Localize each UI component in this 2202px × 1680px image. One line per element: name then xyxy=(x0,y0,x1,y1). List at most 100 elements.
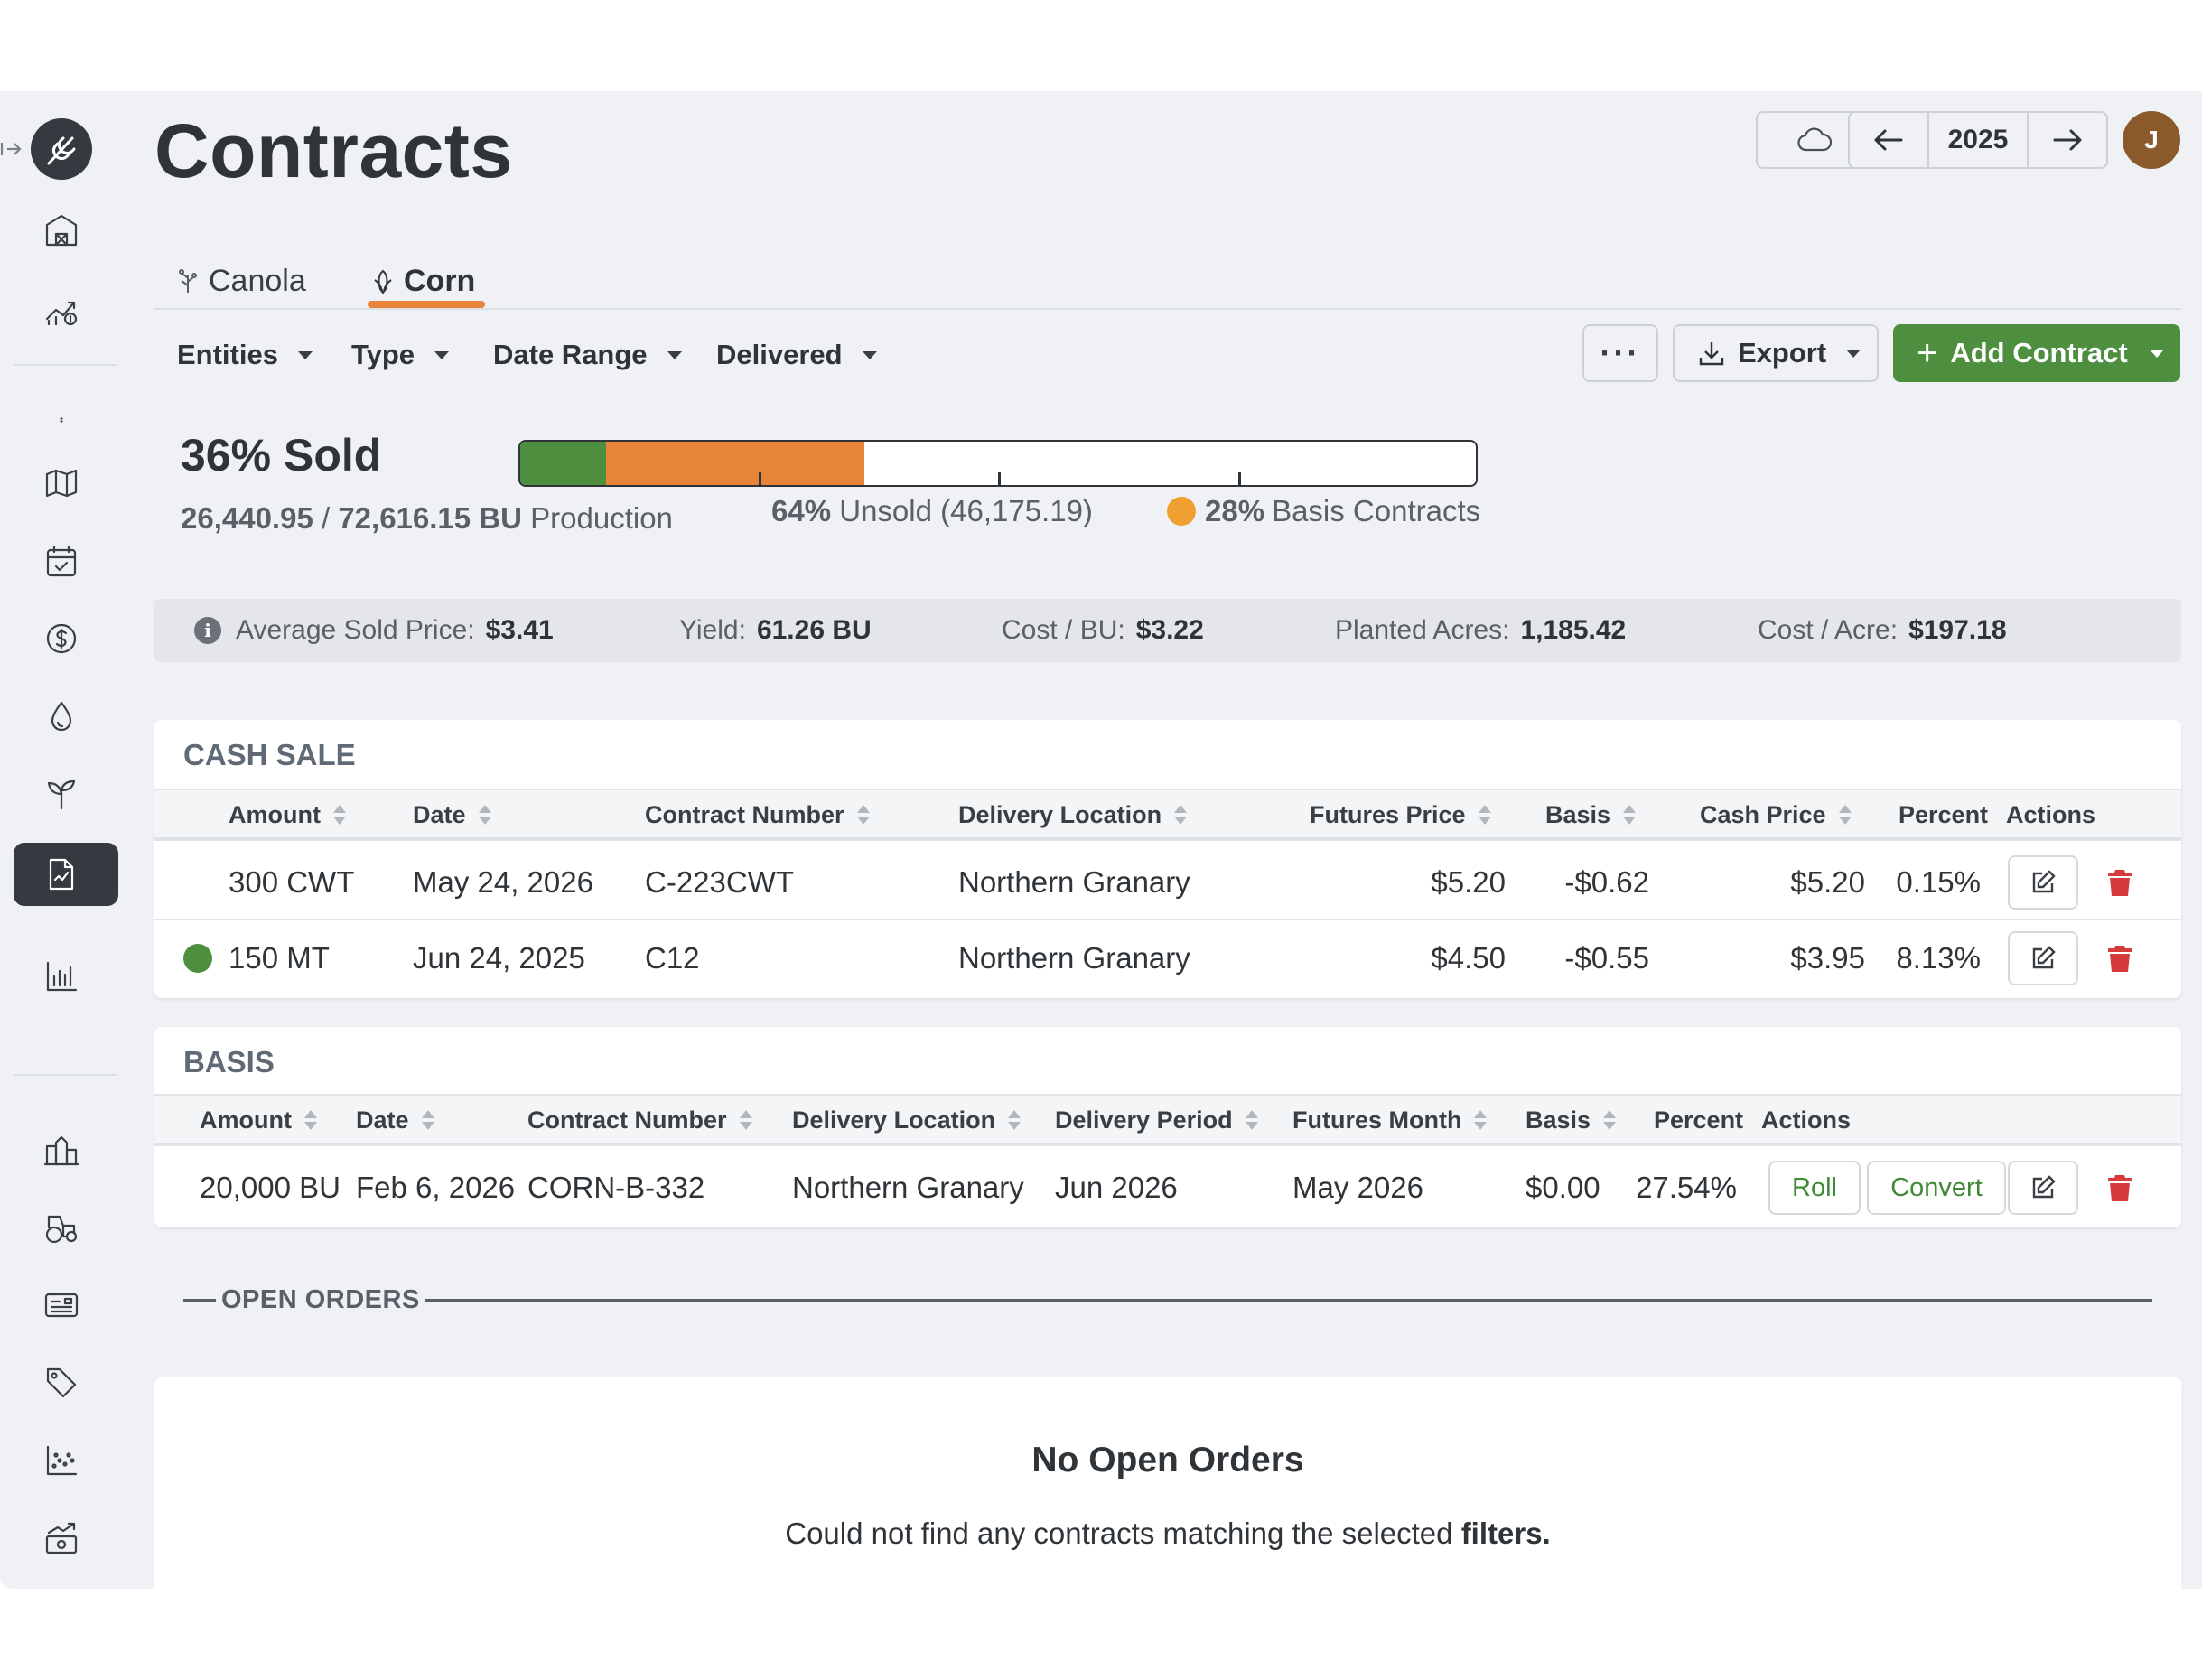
sold-amount: 26,440.95 xyxy=(181,501,313,535)
edit-button[interactable] xyxy=(2008,855,2078,910)
sort-icon xyxy=(1008,1109,1022,1131)
basis-legend-dot xyxy=(1167,497,1196,526)
progress-tick xyxy=(759,472,761,485)
year-value[interactable]: 2025 xyxy=(1927,113,2029,167)
date-range-filter[interactable]: Date Range xyxy=(493,328,682,382)
financial-chart-icon[interactable] xyxy=(40,288,83,331)
cell-basis: -$0.62 xyxy=(1564,865,1649,899)
bar-chart-icon[interactable] xyxy=(40,955,83,998)
edit-button[interactable] xyxy=(2008,931,2078,985)
table-row: 20,000 BU Feb 6, 2026 CORN-B-332 Norther… xyxy=(154,1150,2181,1226)
column-delivery-period[interactable]: Delivery Period xyxy=(1055,1096,1258,1144)
column-cash-price[interactable]: Cash Price xyxy=(1700,790,1852,839)
delete-button[interactable] xyxy=(2102,940,2138,976)
stat-average-sold-price: i Average Sold Price: $3.41 xyxy=(194,599,554,662)
export-button[interactable]: Export xyxy=(1673,324,1879,382)
tractor-icon[interactable] xyxy=(40,1206,83,1249)
column-futures-price[interactable]: Futures Price xyxy=(1310,790,1491,839)
sidebar xyxy=(0,91,126,1589)
column-amount[interactable]: Amount xyxy=(229,790,346,839)
cash-sale-header: Amount Date Contract Number Delivery Loc… xyxy=(154,789,2181,841)
filter-label: Type xyxy=(351,339,415,370)
collapse-sidebar-icon[interactable] xyxy=(0,138,23,160)
column-futures-month[interactable]: Futures Month xyxy=(1292,1096,1488,1144)
edit-button[interactable] xyxy=(2008,1161,2078,1215)
dollar-icon[interactable] xyxy=(40,617,83,660)
drag-handle-icon[interactable] xyxy=(40,398,83,442)
filter-label: Delivered xyxy=(716,339,843,370)
stat-label: Planted Acres: xyxy=(1335,615,1510,645)
delivered-filter[interactable]: Delivered xyxy=(716,328,877,382)
divider-line xyxy=(183,1298,216,1302)
production-amount: 72,616.15 BU xyxy=(338,501,522,535)
column-date[interactable]: Date xyxy=(413,790,491,839)
progress-tick xyxy=(1238,472,1241,485)
scatter-plot-icon[interactable] xyxy=(40,1439,83,1482)
grain-bin-icon[interactable] xyxy=(40,1128,83,1171)
column-actions: Actions xyxy=(1761,1106,1852,1134)
id-card-icon[interactable] xyxy=(40,1283,83,1327)
arrow-left-icon xyxy=(1874,129,1903,151)
sort-icon xyxy=(1838,804,1852,826)
seedling-icon[interactable] xyxy=(40,772,83,816)
cell-date: Jun 24, 2025 xyxy=(413,941,585,975)
column-date[interactable]: Date xyxy=(356,1096,434,1144)
cell-futures-price: $5.20 xyxy=(1431,865,1506,899)
sort-icon xyxy=(1478,804,1491,826)
column-label: Date xyxy=(356,1106,409,1134)
canola-icon xyxy=(179,269,197,293)
year-selector: 2025 xyxy=(1848,111,2108,169)
trash-icon xyxy=(2108,1175,2132,1201)
open-orders-empty-state: No Open Orders Could not find any contra… xyxy=(154,1377,2181,1589)
sidebar-item-contracts[interactable] xyxy=(14,843,118,906)
delete-button[interactable] xyxy=(2102,864,2138,901)
column-delivery-location[interactable]: Delivery Location xyxy=(958,790,1188,839)
empty-state-title: No Open Orders xyxy=(1031,1441,1304,1479)
price-tag-icon[interactable] xyxy=(40,1361,83,1405)
farm-house-icon[interactable] xyxy=(40,209,83,252)
add-contract-button[interactable]: + Add Contract xyxy=(1893,324,2180,382)
stat-value: $3.22 xyxy=(1135,615,1204,645)
cell-contract-number: C-223CWT xyxy=(645,865,795,899)
entities-filter[interactable]: Entities xyxy=(177,328,313,382)
trash-icon xyxy=(2108,870,2132,896)
column-contract-number[interactable]: Contract Number xyxy=(645,790,870,839)
calendar-check-icon[interactable] xyxy=(40,539,83,583)
convert-button[interactable]: Convert xyxy=(1867,1161,2006,1215)
add-contract-label: Add Contract xyxy=(1950,337,2128,369)
corn-icon xyxy=(374,269,392,294)
column-label: Contract Number xyxy=(527,1106,727,1134)
trash-icon xyxy=(2108,946,2132,972)
progress-sold-segment xyxy=(520,442,607,485)
cell-delivery-location: Northern Granary xyxy=(958,865,1190,899)
water-drop-icon[interactable] xyxy=(40,695,83,738)
map-icon[interactable] xyxy=(40,462,83,505)
open-orders-divider: OPEN ORDERS xyxy=(183,1282,2152,1318)
roll-button[interactable]: Roll xyxy=(1768,1161,1861,1215)
info-icon[interactable]: i xyxy=(194,617,221,644)
column-delivery-location[interactable]: Delivery Location xyxy=(792,1096,1022,1144)
tab-canola[interactable]: Canola xyxy=(176,254,306,308)
previous-year-button[interactable] xyxy=(1850,113,1927,167)
tab-corn[interactable]: Corn xyxy=(371,254,475,308)
stat-value: $3.41 xyxy=(485,615,554,645)
next-year-button[interactable] xyxy=(2029,113,2106,167)
cash-flow-icon[interactable] xyxy=(40,1517,83,1560)
caret-down-icon xyxy=(1846,349,1861,358)
delete-button[interactable] xyxy=(2102,1170,2138,1206)
active-tab-indicator xyxy=(368,301,485,308)
wheat-logo-icon[interactable] xyxy=(31,118,92,180)
column-contract-number[interactable]: Contract Number xyxy=(527,1096,752,1144)
sort-icon xyxy=(739,1109,752,1131)
contract-document-icon xyxy=(40,853,83,896)
column-basis[interactable]: Basis xyxy=(1526,1096,1617,1144)
column-basis[interactable]: Basis xyxy=(1545,790,1637,839)
column-amount[interactable]: Amount xyxy=(200,1096,317,1144)
plus-icon: + xyxy=(1917,333,1938,373)
cell-percent: 0.15% xyxy=(1896,865,1981,899)
user-avatar[interactable]: J xyxy=(2123,111,2180,169)
progress-basis-segment xyxy=(606,442,864,485)
more-options-button[interactable]: ··· xyxy=(1582,324,1658,382)
empty-state-filters-link[interactable]: filters. xyxy=(1461,1517,1551,1550)
type-filter[interactable]: Type xyxy=(351,328,450,382)
